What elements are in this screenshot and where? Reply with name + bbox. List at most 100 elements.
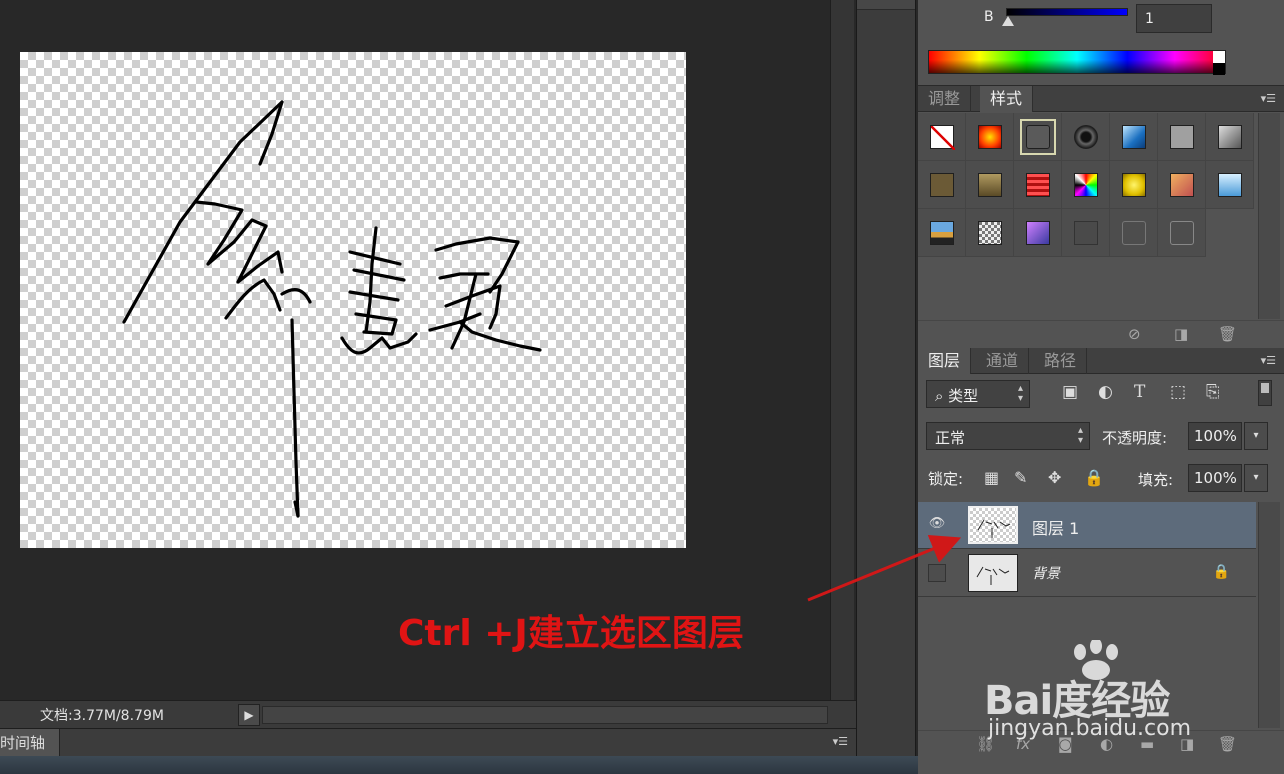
style-swatch: [1218, 173, 1242, 197]
delete-style-icon[interactable]: 🗑: [1218, 325, 1237, 343]
opacity-dropdown-icon[interactable]: ▾: [1244, 422, 1268, 450]
smart-object-filter-icon[interactable]: ⎘: [1206, 382, 1220, 402]
style-swatch: [1026, 221, 1050, 245]
style-swatch: [1074, 173, 1098, 197]
style-swatch-item[interactable]: [1014, 161, 1062, 209]
add-mask-icon[interactable]: ◙: [1058, 735, 1073, 753]
fill-label: 填充:: [1138, 471, 1174, 489]
delete-layer-icon[interactable]: 🗑: [1218, 735, 1237, 753]
layers-panel-menu-icon[interactable]: ▾☰: [1261, 354, 1276, 367]
status-menu-arrow-icon[interactable]: ▶: [238, 704, 260, 726]
style-swatch: [1026, 125, 1050, 149]
opacity-input[interactable]: 100%: [1188, 422, 1242, 450]
search-icon: ⌕: [935, 387, 949, 405]
style-swatch-item[interactable]: [1158, 209, 1206, 257]
color-panel: B 1: [918, 0, 1284, 86]
style-swatch-item[interactable]: [1110, 209, 1158, 257]
layer-name[interactable]: 图层 1: [1032, 515, 1079, 539]
timeline-panel-menu-icon[interactable]: ▾☰: [833, 735, 848, 748]
style-swatch-item[interactable]: [966, 161, 1014, 209]
style-swatch-item[interactable]: [918, 161, 966, 209]
new-group-icon[interactable]: ▬: [1140, 735, 1154, 753]
style-swatch-item[interactable]: [1062, 161, 1110, 209]
tab-layers[interactable]: 图层: [918, 348, 972, 374]
opacity-label: 不透明度:: [1102, 429, 1168, 447]
clear-style-icon[interactable]: ⊘: [1128, 325, 1141, 343]
layer-style-fx-icon[interactable]: fx: [1016, 735, 1030, 753]
shape-filter-icon[interactable]: ⬚: [1170, 382, 1186, 402]
layer-thumbnail: [968, 506, 1018, 544]
style-swatch: [978, 221, 1002, 245]
style-swatch-item[interactable]: [966, 209, 1014, 257]
style-swatch: [1074, 125, 1098, 149]
toggle-knob: [1261, 383, 1269, 393]
lock-position-icon[interactable]: ✥: [1048, 468, 1061, 487]
signature-thumbnail-icon: [976, 566, 1010, 585]
style-swatch: [1218, 125, 1242, 149]
document-size-info[interactable]: 文档:3.77M/8.79M: [40, 705, 164, 725]
lock-transparent-pixels-icon[interactable]: ▦: [984, 468, 999, 487]
tab-adjustments[interactable]: 调整: [918, 86, 972, 112]
tab-channels[interactable]: 通道: [976, 348, 1030, 374]
layers-scrollbar[interactable]: [1258, 502, 1280, 728]
blend-mode-select[interactable]: 正常 ▴ ▾: [926, 422, 1090, 450]
style-swatch-item[interactable]: [1014, 209, 1062, 257]
style-none[interactable]: [918, 113, 966, 161]
styles-panel-footer: ⊘ ◨ 🗑: [918, 320, 1284, 346]
tab-styles[interactable]: 样式: [980, 86, 1034, 112]
style-swatch-item[interactable]: [1206, 161, 1254, 209]
fill-input[interactable]: 100%: [1188, 464, 1242, 492]
blue-channel-label: B: [984, 9, 994, 25]
new-layer-icon[interactable]: ◨: [1180, 735, 1194, 753]
type-filter-icon[interactable]: T: [1134, 382, 1145, 402]
lock-label: 锁定:: [928, 470, 964, 488]
red-slash-icon: [930, 125, 956, 151]
style-swatch-item[interactable]: [1062, 209, 1110, 257]
style-swatch-item[interactable]: [1110, 113, 1158, 161]
fill-dropdown-icon[interactable]: ▾: [1244, 464, 1268, 492]
style-swatch-item[interactable]: [1158, 113, 1206, 161]
style-swatch: [1122, 221, 1146, 245]
timeline-panel-bar: 时间轴 ▾☰: [0, 728, 856, 757]
style-swatch: [1170, 173, 1194, 197]
lock-image-pixels-icon[interactable]: ✎: [1014, 468, 1027, 487]
style-swatch-item[interactable]: [918, 209, 966, 257]
blue-channel-value-input[interactable]: 1: [1136, 4, 1212, 33]
collapsed-dock-tab[interactable]: [857, 0, 915, 10]
style-swatch-item[interactable]: [966, 113, 1014, 161]
style-swatch: [1170, 221, 1194, 245]
style-swatch-item[interactable]: [1110, 161, 1158, 209]
style-swatch-item[interactable]: [1158, 161, 1206, 209]
layers-filter-row: ⌕ 类型 ▴ ▾ ▣ ◐ T ⬚ ⎘: [918, 374, 1284, 414]
filter-toggle-switch[interactable]: [1258, 380, 1272, 406]
link-layers-icon[interactable]: ⛓: [976, 735, 995, 753]
adjustment-filter-icon[interactable]: ◐: [1098, 382, 1113, 402]
style-swatch: [1122, 173, 1146, 197]
layer-filter-type-select[interactable]: ⌕ 类型 ▴ ▾: [926, 380, 1030, 408]
style-swatch-item[interactable]: [1206, 113, 1254, 161]
black-white-swatch[interactable]: [1213, 51, 1225, 75]
canvas[interactable]: [20, 52, 686, 548]
tab-paths[interactable]: 路径: [1034, 348, 1088, 374]
style-swatch: [1122, 125, 1146, 149]
styles-scrollbar[interactable]: [1258, 113, 1280, 319]
color-spectrum-ramp[interactable]: [928, 50, 1226, 75]
styles-panel-menu-icon[interactable]: ▾☰: [1261, 92, 1276, 105]
horizontal-scrollbar[interactable]: [262, 706, 828, 724]
tab-timeline[interactable]: 时间轴: [0, 729, 60, 757]
annotation-text: Ctrl +J建立选区图层: [398, 613, 744, 654]
style-swatch-item[interactable]: [1014, 113, 1062, 161]
lock-icon: 🔒: [1212, 564, 1230, 580]
new-style-icon[interactable]: ◨: [1174, 325, 1188, 343]
lock-all-icon[interactable]: 🔒: [1084, 468, 1104, 487]
status-bar: 文档:3.77M/8.79M ▶: [0, 700, 856, 728]
slider-thumb-icon[interactable]: [1002, 16, 1014, 26]
no-style-swatch: [930, 125, 956, 151]
blue-channel-slider[interactable]: [1006, 8, 1128, 16]
pixel-filter-icon[interactable]: ▣: [1062, 382, 1078, 402]
style-swatch: [978, 173, 1002, 197]
blend-mode-value: 正常: [935, 429, 966, 447]
style-swatch-item[interactable]: [1062, 113, 1110, 161]
layer-name[interactable]: 背景: [1032, 563, 1060, 583]
adjustment-layer-icon[interactable]: ◐: [1100, 735, 1113, 753]
